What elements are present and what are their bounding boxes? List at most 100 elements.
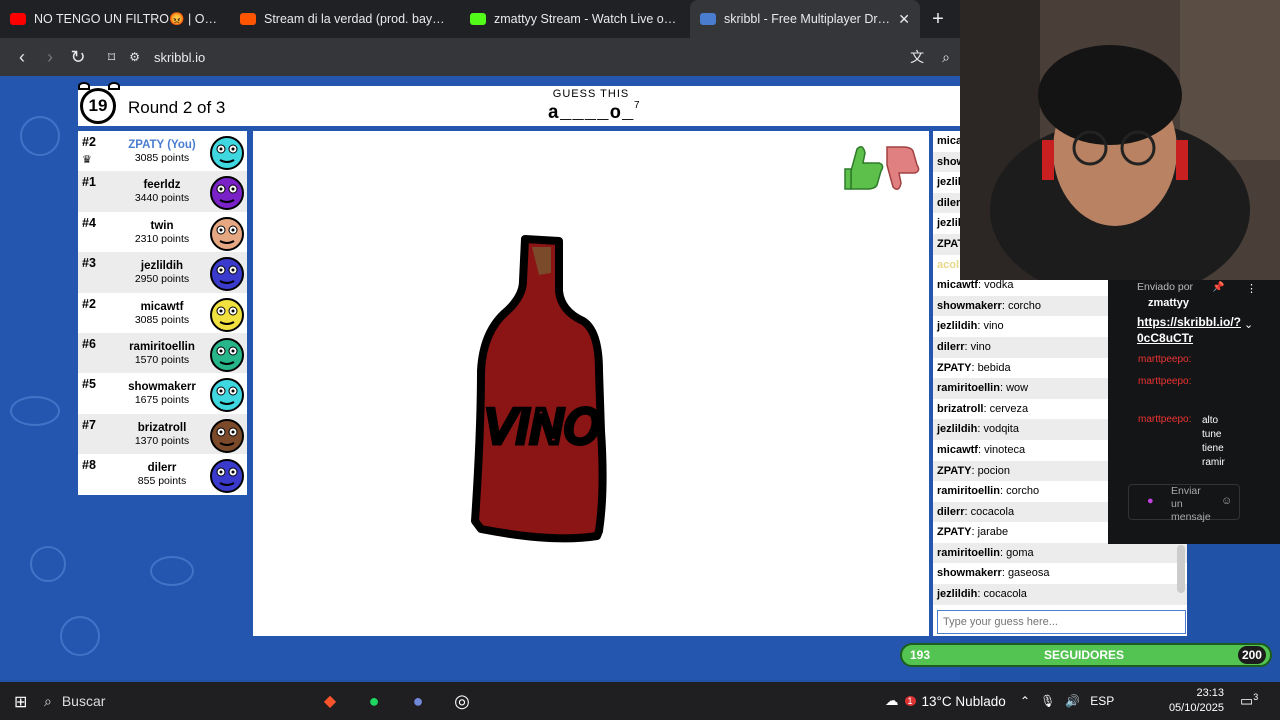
- bookmark-icon[interactable]: ⌑: [108, 49, 115, 66]
- player-points: 855 points: [137, 475, 187, 488]
- followers-label: SEGUIDORES: [1043, 648, 1124, 662]
- player-name: brizatroll: [137, 421, 187, 434]
- back-button[interactable]: ‹: [8, 47, 36, 68]
- chat-user: showmakerr: [937, 567, 1002, 580]
- mic-icon[interactable]: ●: [1147, 495, 1154, 507]
- emoji-icon[interactable]: ☺: [1221, 495, 1232, 507]
- chevron-up-icon[interactable]: ⌃: [1020, 694, 1030, 708]
- browser-tab[interactable]: zmattyy Stream - Watch Live on Kick: [460, 0, 690, 38]
- player-avatar: [210, 337, 244, 372]
- zoom-icon[interactable]: ⌕: [942, 49, 950, 66]
- taskbar-search[interactable]: ⌕ Buscar: [44, 682, 284, 720]
- chat-user: diler: [937, 196, 961, 209]
- player-row[interactable]: #3 jezlildih 2950 points: [78, 252, 247, 293]
- windows-start-icon[interactable]: ⊞: [14, 692, 27, 712]
- player-row[interactable]: #4 twin 2310 points: [78, 212, 247, 252]
- desktop: NO TENGO UN FILTRO😡 | OMETV - Stream di l…: [0, 0, 1280, 720]
- spotify-icon[interactable]: ●: [358, 687, 390, 715]
- tab-favicon-icon: [700, 13, 716, 25]
- followers-current: 193: [910, 648, 931, 662]
- pin-icon[interactable]: 📌: [1212, 282, 1224, 293]
- search-label: Buscar: [61, 693, 106, 709]
- player-avatar: [210, 297, 244, 332]
- player-row[interactable]: #8 dilerr 855 points: [78, 454, 247, 494]
- wine-bottle-drawing: VINO: [471, 235, 607, 543]
- chat-user: ZPATY: [937, 526, 972, 539]
- player-row[interactable]: #5 showmakerr 1675 points: [78, 373, 247, 413]
- forward-button[interactable]: ›: [36, 47, 64, 68]
- chat-user: acol: [937, 258, 960, 271]
- more-icon[interactable]: ⋮: [1246, 282, 1257, 295]
- player-points: 1370 points: [134, 434, 190, 447]
- stream-chat-overlay: Enviado por 📌 ⋮ zmattyy https://skribbl.…: [1108, 280, 1280, 544]
- players-list: #2 ZPATY (You) 3085 points ♛ #1 feerldz 3440 p…: [78, 131, 247, 495]
- drawing-canvas[interactable]: VINO: [253, 131, 929, 636]
- player-points: 1675 points: [134, 394, 190, 407]
- player-avatar: [210, 257, 244, 292]
- chat-user: ZPATY: [937, 361, 972, 374]
- chat-text: jarabe: [977, 526, 1009, 539]
- chat-text: vodka: [984, 279, 1014, 292]
- chat-text: vinoteca: [984, 443, 1026, 456]
- pinned-link[interactable]: https://skribbl.io/?0cC8uCTr: [1137, 314, 1247, 346]
- translate-icon[interactable]: 文: [910, 47, 924, 67]
- site-info-icon[interactable]: ⚙: [129, 50, 140, 64]
- weather-widget[interactable]: ☁ 1 13°C Nublado: [885, 682, 1006, 720]
- player-row[interactable]: #6 ramiritoellin 1570 points: [78, 332, 247, 374]
- drawing-label: VINO: [485, 400, 601, 454]
- send-message-input[interactable]: Enviar un mensaje ● ☺: [1128, 484, 1240, 523]
- player-rank: #2: [82, 296, 96, 311]
- lang-indicator[interactable]: ESP: [1090, 694, 1114, 708]
- chat-user: ZPATY: [937, 464, 972, 477]
- mic-icon[interactable]: 🎙: [1040, 694, 1055, 708]
- chat-user: mica: [937, 135, 963, 147]
- thumbs-up-icon[interactable]: [844, 146, 884, 190]
- reload-icon[interactable]: ↻: [64, 47, 92, 68]
- player-row[interactable]: #2 ZPATY (You) 3085 points ♛: [78, 131, 247, 171]
- player-name: ramiritoellin: [129, 340, 195, 353]
- chat-text: pocion: [977, 464, 1010, 477]
- player-name: dilerr: [147, 462, 177, 475]
- player-row[interactable]: #7 brizatroll 1370 points: [78, 413, 247, 455]
- guess-input[interactable]: [937, 610, 1186, 634]
- time: 23:13: [1196, 687, 1224, 699]
- chat-text: vino: [970, 340, 991, 353]
- chat-message: alto tune tiene ramir: [1202, 415, 1225, 468]
- taskbar-clock[interactable]: 23:13 05/10/2025: [1164, 686, 1224, 716]
- player-avatar: [210, 418, 244, 453]
- chevron-down-icon[interactable]: ⌄: [1244, 318, 1253, 331]
- chat-user: micawtf: [937, 279, 978, 292]
- notification-icon[interactable]: ▭3: [1240, 692, 1258, 710]
- chat-message: ramiritoellin: goma: [933, 542, 1187, 564]
- player-rank: #1: [82, 175, 96, 190]
- close-tab-icon[interactable]: ✕: [898, 11, 910, 28]
- system-tray: ⌃ 🎙 🔊 ESP: [1020, 682, 1114, 720]
- date: 05/10/2025: [1168, 702, 1224, 714]
- volume-icon[interactable]: 🔊: [1065, 694, 1080, 708]
- address-bar[interactable]: ⌑ ⚙ skribbl.io: [108, 49, 205, 66]
- player-rank: #4: [82, 215, 96, 230]
- discord-icon[interactable]: ●: [402, 687, 434, 715]
- browser-tab[interactable]: Stream di la verdad (prod. bayergartr: [230, 0, 460, 38]
- browser-toolbar: ‹ › ↻ ⌑ ⚙ skribbl.io 文 ⌕: [0, 38, 960, 76]
- brave-icon[interactable]: ◆: [314, 687, 346, 715]
- tab-title: NO TENGO UN FILTRO😡 | OMETV -: [34, 11, 220, 26]
- player-row[interactable]: #2 micawtf 3085 points: [78, 293, 247, 333]
- player-rank: #2: [82, 135, 96, 149]
- player-row[interactable]: #1 feerldz 3440 points: [78, 171, 247, 212]
- browser-tab[interactable]: skribbl - Free Multiplayer Drawin ✕: [690, 0, 920, 38]
- chat-user: marttpeepo:: [1138, 354, 1192, 365]
- chat-text: gaseosa: [1007, 567, 1050, 580]
- chat-scrollbar[interactable]: [1177, 545, 1185, 593]
- player-avatar: [210, 378, 244, 413]
- url-text[interactable]: skribbl.io: [154, 50, 205, 65]
- thumbs-down-icon[interactable]: [886, 146, 920, 190]
- chat-user: ramiritoellin: [937, 546, 1000, 559]
- send-placeholder: Enviar un mensaje: [1171, 485, 1211, 523]
- obs-icon[interactable]: ◎: [446, 687, 478, 715]
- new-tab-button[interactable]: +: [920, 0, 956, 38]
- browser-tab[interactable]: NO TENGO UN FILTRO😡 | OMETV -: [0, 0, 230, 38]
- chat-text: vino: [983, 320, 1004, 333]
- browser-tabbar: NO TENGO UN FILTRO😡 | OMETV - Stream di l…: [0, 0, 960, 38]
- weather-text: 13°C Nublado: [921, 693, 1006, 709]
